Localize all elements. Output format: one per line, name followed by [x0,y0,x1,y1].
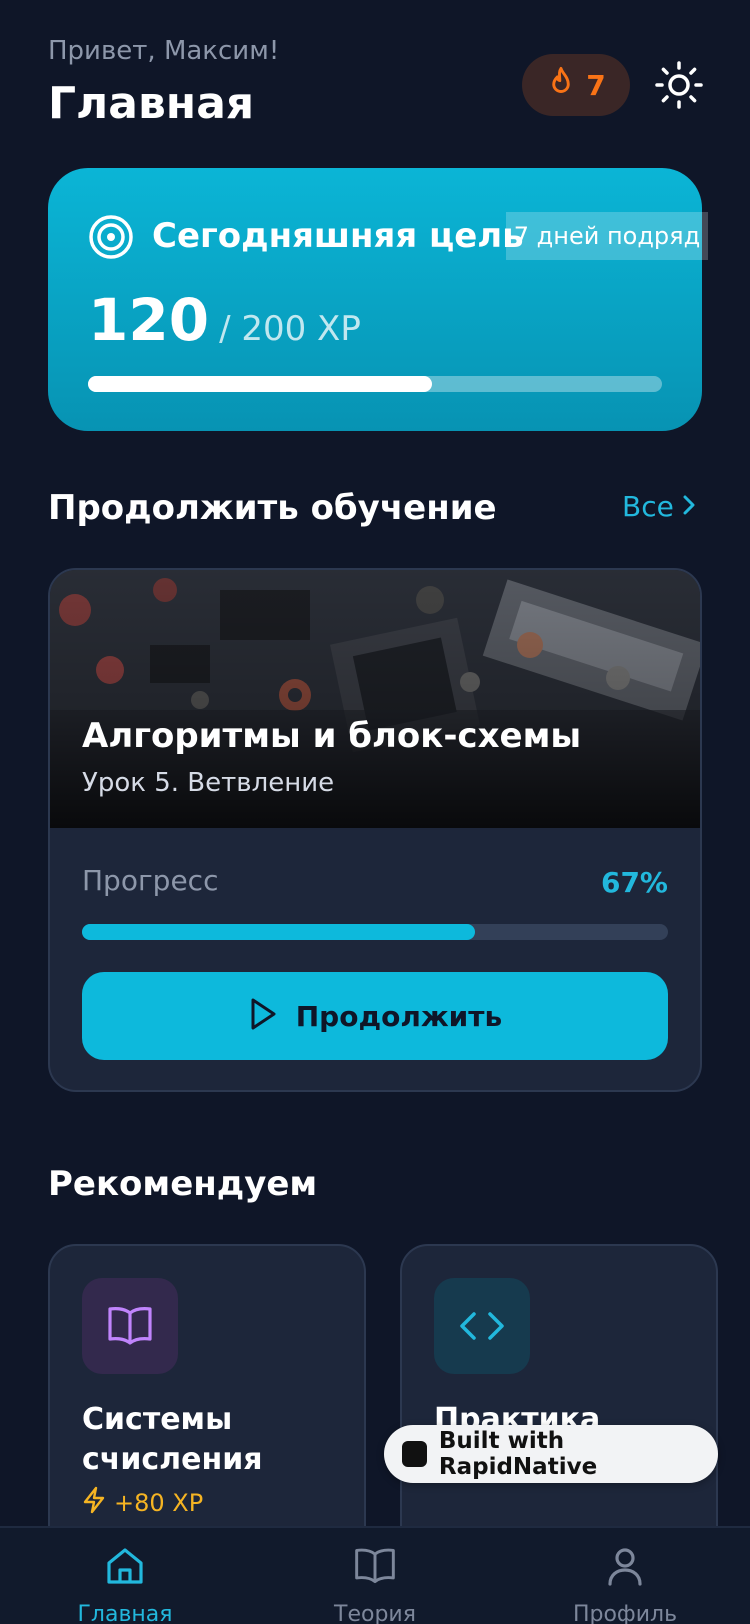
goal-progress-bar [88,376,662,392]
built-with-badge[interactable]: Built with RapidNative [384,1425,718,1483]
goal-progress-fill [88,376,433,392]
page-title: Главная [48,78,255,129]
continue-section-title: Продолжить обучение [48,488,497,528]
home-icon [103,1544,147,1594]
streak-count: 7 [586,68,606,102]
code-icon [434,1278,530,1374]
play-icon [248,997,278,1035]
goal-title: Сегодняшняя цель [152,216,524,256]
course-progress-fill [82,924,475,940]
see-all-label: Все [622,490,674,523]
tab-home-label: Главная [77,1602,173,1624]
recommend-card-title: Системы счисления [82,1402,263,1477]
course-card[interactable]: Алгоритмы и блок-схемы Урок 5. Ветвление… [48,568,702,1092]
xp-readout: 120 / 200 XP [88,286,361,354]
greeting: Привет, Максим! [48,36,280,66]
streak-badge[interactable]: 7 [522,54,630,116]
bottom-tab-bar: Главная Теория Профиль [0,1526,750,1624]
continue-button[interactable]: Продолжить [82,972,668,1060]
course-lesson: Урок 5. Ветвление [82,768,335,798]
xp-reward: +80 XP [82,1486,203,1520]
xp-total: / 200 XP [219,309,361,349]
lightning-icon [82,1486,106,1520]
tab-theory[interactable]: Теория [295,1544,455,1624]
book-icon [353,1544,397,1594]
chevron-right-icon [682,490,696,523]
daily-goal-card: Сегодняшняя цель 7 дней подряд 120 / 200… [48,168,708,431]
progress-label: Прогресс [82,864,219,897]
tab-home[interactable]: Главная [45,1544,205,1624]
continue-button-label: Продолжить [295,999,503,1033]
circuit-board-image: Алгоритмы и блок-схемы Урок 5. Ветвление [50,570,700,828]
tab-theory-label: Теория [334,1602,416,1624]
course-name: Алгоритмы и блок-схемы [82,716,582,756]
tab-profile[interactable]: Профиль [545,1544,705,1624]
xp-current: 120 [88,286,210,354]
target-icon [88,214,134,260]
see-all-link[interactable]: Все [622,490,696,523]
flame-icon [546,66,576,104]
user-icon [603,1544,647,1594]
sun-icon[interactable] [654,60,704,110]
recommend-section-title: Рекомендуем [48,1164,318,1204]
course-progress-bar [82,924,668,940]
rapidnative-logo-icon [402,1441,427,1467]
book-icon [82,1278,178,1374]
built-with-label: Built with RapidNative [438,1428,598,1480]
progress-percent: 67% [600,866,668,899]
xp-reward-label: +80 XP [114,1489,204,1517]
streak-days-badge: 7 дней подряд [506,212,708,260]
tab-profile-label: Профиль [572,1602,678,1624]
